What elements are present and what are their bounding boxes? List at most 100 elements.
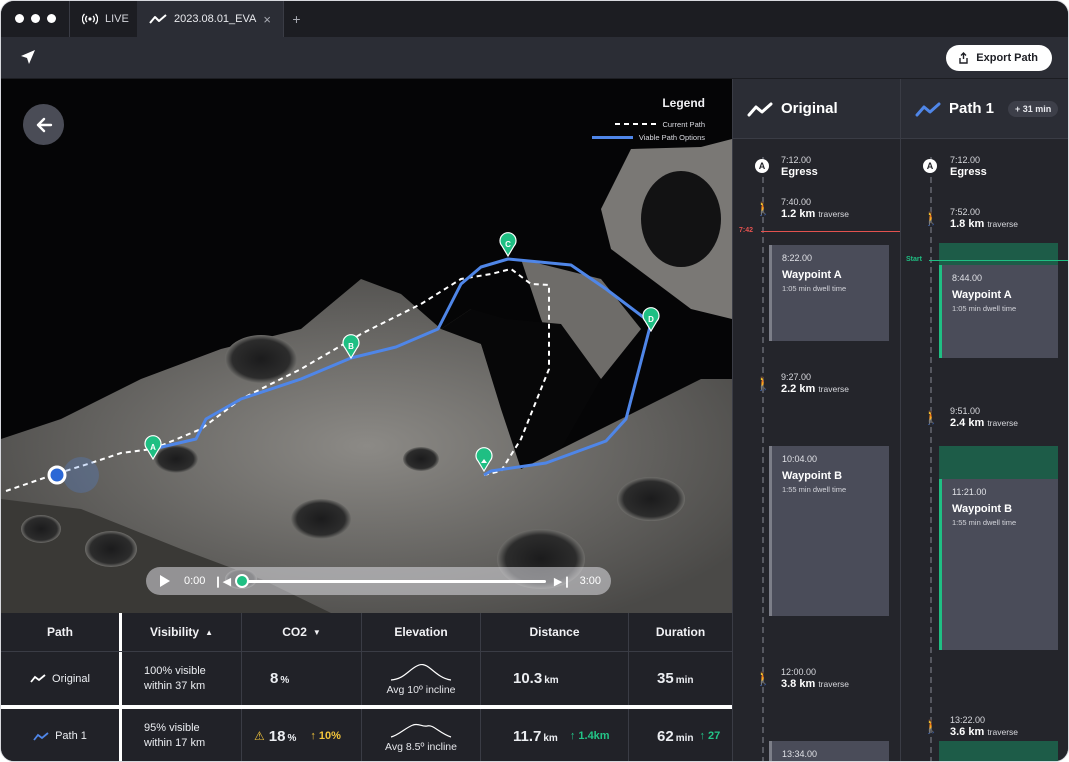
tab-eva-label: 2023.08.01_EVA: [174, 13, 257, 25]
play-icon[interactable]: [160, 575, 170, 587]
trend-line-icon: [33, 731, 49, 741]
scrubber-handle[interactable]: [235, 573, 250, 588]
table-row[interactable]: Path 1 95% visible within 17 km ⚠ 18% ↑ 1…: [1, 705, 732, 761]
card-name: Waypoint A: [952, 289, 1012, 301]
toolbar: Export Path: [1, 37, 1068, 79]
timeline-event: 12:00.00 3.8 km traverse: [781, 667, 849, 690]
trend-line-icon: [915, 102, 941, 116]
path-comparison-table: Path Visibility ▲ CO2 ▼ Elevation Distance…: [1, 613, 732, 761]
add-tab-button[interactable]: +: [283, 1, 309, 37]
event-time: 12:00.00: [781, 667, 817, 677]
window-controls[interactable]: [15, 14, 56, 23]
arrow-up-icon: ↑: [699, 730, 705, 742]
card-time: 13:34.00: [782, 749, 818, 759]
header-co2-label: CO2: [282, 625, 307, 639]
walking-icon: 🚶: [755, 376, 772, 391]
visibility-value: 100% visible: [144, 664, 206, 677]
original-timeline-panel: Original A 7:12.00 Egress 🚶 7:40.00 1.2 …: [732, 79, 900, 761]
header-elevation[interactable]: Elevation: [362, 613, 481, 651]
sort-asc-icon[interactable]: ▲: [205, 628, 213, 637]
path1-panel-header[interactable]: Path 1 + 31 min: [901, 79, 1068, 139]
active-segment-band: [939, 446, 1058, 479]
event-value: 1.2 km: [781, 208, 816, 220]
export-path-button[interactable]: Export Path: [946, 45, 1052, 71]
visibility-range: within 17 km: [144, 737, 206, 749]
co2-value: 8: [270, 670, 279, 687]
legend-item-viable: Viable Path Options: [591, 131, 705, 143]
duration-unit: min: [675, 675, 694, 686]
window-dot[interactable]: [15, 14, 24, 23]
cell-path: Original: [1, 652, 122, 705]
window-dot[interactable]: [47, 14, 56, 23]
header-duration[interactable]: Duration: [629, 613, 732, 651]
egress-icon: A: [755, 159, 769, 173]
trend-line-icon: [747, 102, 773, 116]
cell-co2: 8%: [242, 652, 362, 705]
timeline-event: 7:52.00 1.8 km traverse: [950, 207, 1018, 230]
cell-distance: 11.7 km ↑ 1.4km: [481, 709, 629, 761]
back-button[interactable]: [23, 104, 64, 145]
table-header: Path Visibility ▲ CO2 ▼ Elevation Distance…: [1, 613, 732, 651]
header-path[interactable]: Path: [1, 613, 122, 651]
cell-co2: ⚠ 18% ↑ 10%: [242, 709, 362, 761]
tab-eva[interactable]: 2023.08.01_EVA ×: [137, 1, 283, 37]
cell-visibility: 95% visible within 17 km: [122, 709, 242, 761]
distance-unit: km: [544, 675, 559, 686]
event-desc: traverse: [818, 209, 850, 219]
distance-value: 10.3: [513, 670, 543, 687]
waypoint-card[interactable]: 8:44.00 Waypoint A 1:05 min dwell time: [939, 265, 1058, 358]
terrain-image: A B C D: [1, 79, 732, 613]
event-value: 1.8 km: [950, 218, 985, 230]
active-segment-band: [939, 741, 1058, 761]
tab-live[interactable]: LIVE: [69, 1, 141, 37]
card-time: 11:21.00: [952, 487, 987, 497]
distance-value: 11.7: [513, 727, 542, 745]
event-desc: traverse: [987, 219, 1019, 229]
card-time: 10:04.00: [782, 454, 818, 464]
header-co2[interactable]: CO2 ▼: [242, 613, 362, 651]
elevation-value: Avg 10º incline: [386, 683, 456, 696]
header-visibility[interactable]: Visibility ▲: [122, 613, 242, 651]
path1-timeline-panel: Path 1 + 31 min A 7:12.00 Egress 🚶 7:52.…: [900, 79, 1068, 761]
waypoint-card[interactable]: 13:34.00: [769, 741, 889, 761]
timeline-event: 9:51.00 2.4 km traverse: [950, 406, 1018, 429]
window-dot[interactable]: [31, 14, 40, 23]
waypoint-card[interactable]: 8:22.00 Waypoint A 1:05 min dwell time: [769, 245, 889, 341]
path-name: Path 1: [55, 730, 87, 742]
event-value: 3.8 km: [781, 678, 816, 690]
co2-value: 18: [268, 727, 286, 745]
walking-icon: 🚶: [755, 671, 772, 686]
distance-delta: ↑ 1.4km: [570, 730, 610, 742]
skip-forward-icon[interactable]: ▶❙: [554, 575, 572, 588]
navigation-arrow-icon[interactable]: [19, 48, 37, 66]
current-location-marker: [47, 465, 67, 485]
skip-back-icon[interactable]: ❙◀: [213, 575, 231, 588]
card-dwell: 1:55 min dwell time: [952, 518, 1017, 527]
original-panel-header[interactable]: Original: [733, 79, 900, 139]
close-icon[interactable]: ×: [263, 12, 271, 27]
event-time: 9:27.00: [781, 372, 812, 382]
path1-title: Path 1: [949, 100, 995, 117]
header-elevation-label: Elevation: [394, 625, 448, 639]
duration-value: 62: [657, 727, 674, 745]
timeline-event: 9:27.00 2.2 km traverse: [781, 372, 849, 395]
table-row[interactable]: Original 100% visible within 37 km 8% Avg…: [1, 651, 732, 705]
waypoint-card[interactable]: 11:21.00 Waypoint B 1:55 min dwell time: [939, 479, 1058, 650]
legend-swatch-dashed: [615, 123, 657, 125]
legend-label-current: Current Path: [662, 119, 705, 129]
legend-swatch-solid: [591, 135, 633, 139]
export-path-label: Export Path: [976, 52, 1038, 64]
timeline-event: 7:40.00 1.2 km traverse: [781, 197, 849, 220]
waypoint-card[interactable]: 10:04.00 Waypoint B 1:55 min dwell time: [769, 446, 889, 616]
current-time-label: 7:42: [739, 227, 754, 234]
sort-desc-icon[interactable]: ▼: [313, 628, 321, 637]
playback-scrubber[interactable]: [235, 573, 546, 588]
walking-icon: 🚶: [923, 719, 940, 734]
distance-delta-value: 1.4km: [578, 730, 610, 742]
lunar-map[interactable]: A B C D Legend Current Path Viable Path …: [1, 79, 732, 613]
header-distance[interactable]: Distance: [481, 613, 629, 651]
cell-duration: 62 min ↑ 27: [629, 709, 732, 761]
card-dwell: 1:05 min dwell time: [782, 284, 847, 293]
co2-delta-value: 10%: [318, 730, 341, 742]
card-name: Waypoint B: [952, 503, 1013, 515]
